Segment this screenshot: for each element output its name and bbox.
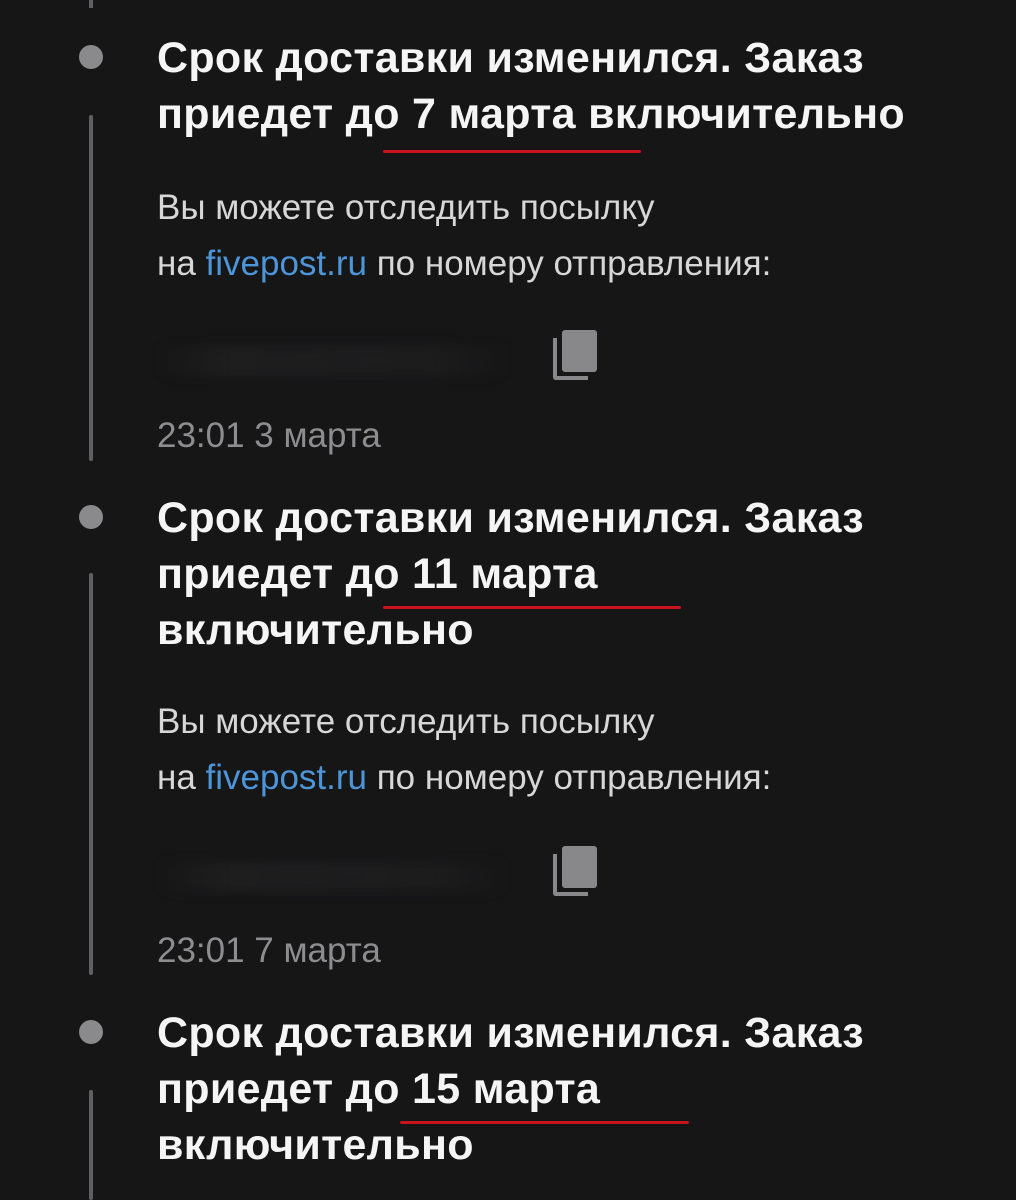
fivepost-link[interactable]: fivepost.ru <box>206 244 367 283</box>
copy-icon-front-sheet <box>562 846 597 888</box>
tracking-info-prefix: на <box>157 758 206 797</box>
delivery-status-timeline: Срок доставки изменился. Заказ приедет д… <box>0 0 1016 1200</box>
event-title-line: Срок доставки изменился. Заказ <box>157 34 864 82</box>
tracking-info-text: Вы можете отследить посылку на fivepost.… <box>157 694 771 806</box>
status-event-1: Срок доставки изменился. Заказ приедет д… <box>157 30 977 142</box>
event-title-line: включительно <box>157 606 474 654</box>
fivepost-link[interactable]: fivepost.ru <box>206 758 367 797</box>
tracking-info-suffix: по номеру отправления: <box>367 758 772 797</box>
timeline-line <box>89 115 93 461</box>
tracking-number-hidden <box>157 346 507 376</box>
tracking-info-text: Вы можете отследить посылку на fivepost.… <box>157 180 771 292</box>
date-highlight-underline <box>400 1121 689 1124</box>
timeline-dot-icon <box>79 505 103 529</box>
event-timestamp: 23:01 7 марта <box>157 931 381 970</box>
event-timestamp: 23:01 3 марта <box>157 416 381 455</box>
timeline-line <box>89 1090 93 1200</box>
tracking-number-hidden <box>157 862 507 892</box>
tracking-number-row <box>157 846 617 904</box>
tracking-info-line: Вы можете отследить посылку <box>157 702 655 741</box>
event-title-line: включительно <box>157 1121 474 1169</box>
event-title: Срок доставки изменился. Заказ приедет д… <box>157 490 977 658</box>
copy-icon[interactable] <box>553 846 599 898</box>
copy-icon[interactable] <box>553 330 599 382</box>
timeline-line <box>89 573 93 975</box>
event-title: Срок доставки изменился. Заказ приедет д… <box>157 30 977 142</box>
status-event-3: Срок доставки изменился. Заказ приедет д… <box>157 1005 977 1173</box>
copy-icon-front-sheet <box>562 330 597 372</box>
timeline-dot-icon <box>79 45 103 69</box>
event-title-line: приедет до 15 марта <box>157 1065 601 1113</box>
status-event-2: Срок доставки изменился. Заказ приедет д… <box>157 490 977 658</box>
tracking-info-line: Вы можете отследить посылку <box>157 188 655 227</box>
event-title-line: Срок доставки изменился. Заказ <box>157 1009 864 1057</box>
timeline-line-top <box>89 0 93 8</box>
event-title-line: приедет до 7 марта включительно <box>157 90 905 138</box>
timeline-dot-icon <box>79 1020 103 1044</box>
tracking-info-prefix: на <box>157 244 206 283</box>
tracking-info-suffix: по номеру отправления: <box>367 244 772 283</box>
event-title-line: Срок доставки изменился. Заказ <box>157 494 864 542</box>
event-title: Срок доставки изменился. Заказ приедет д… <box>157 1005 977 1173</box>
date-highlight-underline <box>383 606 681 609</box>
event-title-line: приедет до 11 марта <box>157 550 598 598</box>
date-highlight-underline <box>383 150 641 153</box>
tracking-number-row <box>157 330 617 388</box>
